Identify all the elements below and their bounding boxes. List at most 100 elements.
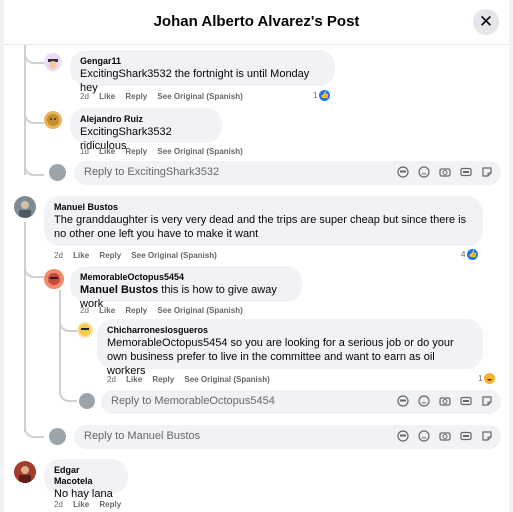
comment-bubble: Chicharroneslosgueros MemorableOctopus54… — [97, 319, 483, 377]
comment-actions: 2d Like Reply See Original (Spanish) — [107, 375, 278, 384]
comment-author[interactable]: MemorableOctopus5454 — [80, 272, 292, 283]
comment-author[interactable]: Manuel Bustos — [54, 202, 473, 213]
avatar-sticker-icon[interactable] — [397, 395, 409, 407]
reply-button[interactable]: Reply — [125, 306, 147, 315]
comment-text: MemorableOctopus5454 so you are looking … — [107, 337, 454, 377]
comment-time[interactable]: 2d — [107, 375, 116, 384]
thread-connector — [59, 318, 77, 332]
gif-icon[interactable] — [460, 395, 472, 407]
avatar-sticker-icon[interactable] — [397, 166, 409, 178]
comment-time[interactable]: 2d — [54, 500, 63, 509]
avatar[interactable] — [14, 196, 36, 218]
reaction-count: 1 — [313, 91, 318, 100]
sticker-icon[interactable] — [481, 430, 493, 442]
post-dialog: Johan Alberto Alvarez's Post ✕ Gengar11 … — [4, 0, 509, 512]
like-button[interactable]: Like — [99, 147, 115, 156]
haha-icon — [484, 373, 496, 384]
like-button[interactable]: Like — [73, 251, 89, 260]
comment-author[interactable]: Alejandro Ruiz — [80, 114, 212, 125]
like-button[interactable]: Like — [126, 375, 142, 384]
reply-button[interactable]: Reply — [99, 251, 121, 260]
comment-bubble: Manuel Bustos The granddaughter is very … — [44, 196, 483, 246]
comment-text: ExcitingShark3532 the fortnight is until… — [80, 68, 310, 94]
reaction-summary[interactable]: 4 👍 — [461, 249, 479, 260]
composer-icons — [397, 430, 493, 442]
sticker-icon[interactable] — [481, 395, 493, 407]
reaction-count: 4 — [461, 250, 466, 259]
thread-connector — [24, 158, 44, 176]
composer-icons — [397, 395, 493, 407]
see-original-button[interactable]: See Original (Spanish) — [131, 251, 216, 260]
camera-icon[interactable] — [439, 395, 451, 407]
reply-placeholder: Reply to Manuel Bustos — [84, 430, 201, 442]
close-button[interactable]: ✕ — [473, 9, 499, 35]
reply-button[interactable]: Reply — [125, 147, 147, 156]
reply-input[interactable]: Reply to MemorableOctopus5454 — [101, 390, 501, 414]
comment-author[interactable]: Edgar Macotela — [54, 465, 118, 487]
camera-icon[interactable] — [439, 430, 451, 442]
see-original-button[interactable]: See Original (Spanish) — [184, 375, 269, 384]
comment-bubble: Edgar Macotela No hay lana — [44, 459, 128, 500]
see-original-button[interactable]: See Original (Spanish) — [157, 306, 242, 315]
avatar[interactable] — [44, 111, 62, 129]
comment-time[interactable]: 2d — [80, 306, 89, 315]
comment-author[interactable]: Chicharroneslosgueros — [107, 325, 473, 336]
avatar[interactable] — [44, 269, 64, 289]
avatar[interactable] — [77, 322, 93, 338]
reply-input[interactable]: Reply to ExcitingShark3532 — [74, 161, 501, 185]
thread-connector — [24, 262, 44, 278]
reply-placeholder: Reply to MemorableOctopus5454 — [111, 395, 275, 407]
comment-bubble: MemorableOctopus5454 Manuel Bustos this … — [70, 266, 302, 310]
comment-actions: 2d Like Reply — [54, 500, 129, 509]
like-button[interactable]: Like — [99, 92, 115, 101]
comment-text: The granddaughter is very very dead and … — [54, 214, 467, 240]
thread-line — [24, 222, 26, 432]
emoji-icon[interactable] — [418, 166, 430, 178]
reply-input[interactable]: Reply to Manuel Bustos — [74, 425, 501, 449]
reply-button[interactable]: Reply — [125, 92, 147, 101]
current-user-avatar — [49, 164, 66, 181]
comment-bubble: Gengar11 ExcitingShark3532 the fortnight… — [70, 50, 335, 94]
camera-icon[interactable] — [439, 166, 451, 178]
thread-line — [59, 290, 61, 390]
current-user-avatar — [79, 393, 95, 409]
reply-button[interactable]: Reply — [152, 375, 174, 384]
comment-actions: 2d Like Reply See Original (Spanish) — [80, 92, 251, 101]
comment-actions: 1d Like Reply See Original (Spanish) — [80, 147, 251, 156]
see-original-button[interactable]: See Original (Spanish) — [157, 92, 242, 101]
close-icon: ✕ — [478, 12, 494, 31]
reaction-count: 1 — [478, 374, 483, 383]
comment-time[interactable]: 2d — [80, 92, 89, 101]
reply-button[interactable]: Reply — [99, 500, 121, 509]
comment-text: No hay lana — [54, 488, 113, 500]
thread-connector — [24, 420, 44, 438]
comment-bubble: Alejandro Ruiz ExcitingShark3532 ridicul… — [70, 108, 222, 152]
reaction-summary[interactable]: 1 👍 — [313, 90, 331, 101]
comment-actions: 2d Like Reply See Original (Spanish) — [54, 251, 225, 260]
thread-connector — [24, 110, 44, 124]
gif-icon[interactable] — [460, 430, 472, 442]
like-button[interactable]: Like — [73, 500, 89, 509]
thread-connector — [59, 384, 77, 402]
avatar[interactable] — [14, 461, 36, 483]
thread-connector — [24, 52, 44, 64]
composer-icons — [397, 166, 493, 178]
sticker-icon[interactable] — [481, 166, 493, 178]
reply-placeholder: Reply to ExcitingShark3532 — [84, 166, 220, 178]
comment-time[interactable]: 2d — [54, 251, 63, 260]
avatar[interactable] — [44, 53, 62, 71]
mention-link[interactable]: Manuel Bustos — [80, 284, 158, 296]
like-button[interactable]: Like — [99, 306, 115, 315]
comment-actions: 2d Like Reply See Original (Spanish) — [80, 306, 251, 315]
emoji-icon[interactable] — [418, 395, 430, 407]
gif-icon[interactable] — [460, 166, 472, 178]
like-icon: 👍 — [467, 249, 479, 260]
dialog-title: Johan Alberto Alvarez's Post — [153, 13, 360, 30]
dialog-header: Johan Alberto Alvarez's Post ✕ — [4, 0, 509, 45]
comment-author[interactable]: Gengar11 — [80, 56, 325, 67]
reaction-summary[interactable]: 1 — [478, 373, 496, 384]
see-original-button[interactable]: See Original (Spanish) — [157, 147, 242, 156]
emoji-icon[interactable] — [418, 430, 430, 442]
comment-time[interactable]: 1d — [80, 147, 89, 156]
avatar-sticker-icon[interactable] — [397, 430, 409, 442]
